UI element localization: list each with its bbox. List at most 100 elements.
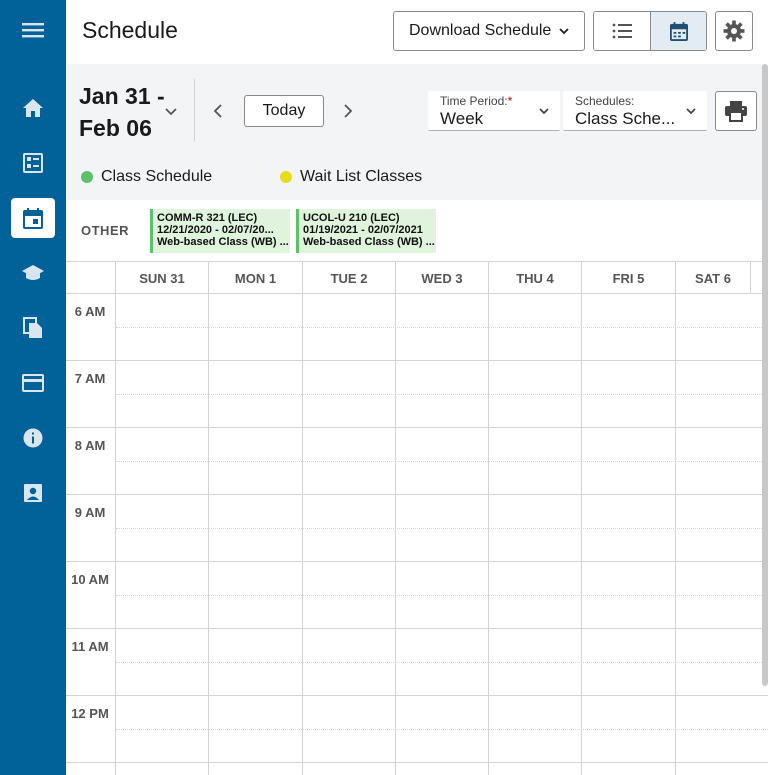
- nav-dashboard[interactable]: [11, 143, 55, 183]
- legend-wait-list: Wait List Classes: [280, 168, 422, 186]
- documents-icon: [23, 317, 42, 338]
- course-code: UCOL-U 210 (LEC): [303, 212, 400, 224]
- grid-line: [488, 294, 489, 775]
- time-period-label: Time Period:*: [440, 94, 513, 108]
- hour-line: [66, 360, 768, 361]
- time-label: 6 AM: [74, 304, 106, 319]
- graduation-cap-icon: [22, 265, 44, 280]
- half-hour-line: [116, 528, 768, 529]
- schedules-select[interactable]: Schedules: Class Sche...: [563, 91, 707, 131]
- menu-icon: [22, 23, 44, 38]
- nav-profile[interactable]: [11, 473, 55, 513]
- half-hour-line: [116, 595, 768, 596]
- nav-billing[interactable]: [11, 363, 55, 403]
- day-header: WED 3: [396, 262, 489, 294]
- time-label: 11 AM: [71, 639, 109, 654]
- day-header: FRI 5: [582, 262, 676, 294]
- home-icon: [23, 99, 43, 117]
- nav-documents[interactable]: [11, 308, 55, 348]
- menu-button[interactable]: [11, 10, 55, 50]
- nav-academics[interactable]: [11, 253, 55, 293]
- day-header-row: SUN 31 MON 1 TUE 2 WED 3 THU 4 FRI 5 SAT…: [66, 262, 768, 294]
- printer-icon: [725, 101, 747, 122]
- half-hour-line: [116, 394, 768, 395]
- profile-icon: [24, 484, 42, 502]
- schedule-toolbar: Jan 31 - Feb 06 Today Time Period:* Week…: [66, 64, 766, 200]
- header: Schedule Download Schedule: [66, 0, 780, 64]
- chevron-right-icon[interactable]: [341, 102, 355, 120]
- chevron-left-icon[interactable]: [211, 102, 225, 120]
- grid-line: [675, 294, 676, 775]
- nav-home[interactable]: [11, 88, 55, 128]
- download-schedule-button[interactable]: Download Schedule: [393, 11, 585, 51]
- download-schedule-label: Download Schedule: [409, 22, 552, 39]
- green-dot-icon: [81, 171, 93, 183]
- time-period-value: Week: [440, 109, 484, 128]
- day-header: MON 1: [209, 262, 303, 294]
- time-period-select[interactable]: Time Period:* Week: [428, 91, 560, 131]
- other-label: OTHER: [81, 223, 129, 238]
- course-card[interactable]: UCOL-U 210 (LEC) 01/19/2021 - 02/07/2021…: [296, 209, 436, 253]
- calendar-view-button[interactable]: [650, 12, 706, 50]
- date-range-start: Jan 31 -: [79, 83, 165, 109]
- grid-line: [115, 262, 116, 775]
- nav-schedule[interactable]: [11, 198, 55, 238]
- time-label: 8 AM: [74, 438, 106, 453]
- time-label: 10 AM: [71, 572, 109, 587]
- settings-button[interactable]: [715, 11, 753, 51]
- legend-class-schedule: Class Schedule: [81, 168, 212, 186]
- chevron-down-icon: [559, 28, 569, 35]
- date-range-end: Feb 06: [79, 115, 152, 141]
- calendar-icon: [23, 207, 43, 229]
- half-hour-line: [116, 662, 768, 663]
- view-toggle: [593, 11, 707, 51]
- list-icon: [612, 23, 632, 39]
- course-dates: 12/21/2020 - 02/07/20...: [157, 224, 274, 236]
- dashboard-icon: [23, 153, 43, 173]
- credit-card-icon: [22, 374, 44, 392]
- hour-line: [66, 762, 768, 763]
- chevron-down-icon[interactable]: [164, 104, 178, 118]
- today-button[interactable]: Today: [244, 95, 324, 127]
- hour-line: [66, 427, 768, 428]
- course-dates: 01/19/2021 - 02/07/2021: [303, 224, 423, 236]
- day-header: SUN 31: [116, 262, 209, 294]
- chevron-down-icon: [539, 108, 549, 115]
- half-hour-line: [116, 729, 768, 730]
- page-scrollbar[interactable]: [762, 64, 768, 686]
- divider: [194, 79, 195, 141]
- course-card[interactable]: COMM-R 321 (LEC) 12/21/2020 - 02/07/20..…: [150, 209, 290, 253]
- time-label: 7 AM: [74, 371, 106, 386]
- course-mode: Web-based Class (WB) ...: [157, 236, 289, 248]
- half-hour-line: [116, 461, 768, 462]
- grid-line: [208, 294, 209, 775]
- grid-line: [581, 294, 582, 775]
- sidebar: [0, 0, 66, 775]
- date-range-title: Jan 31 - Feb 06: [79, 80, 169, 144]
- list-view-button[interactable]: [594, 12, 650, 50]
- hour-line: [66, 494, 768, 495]
- yellow-dot-icon: [280, 171, 292, 183]
- header-corner: [66, 262, 116, 294]
- time-label: 9 AM: [74, 505, 106, 520]
- day-header: THU 4: [489, 262, 582, 294]
- grid-line: [395, 294, 396, 775]
- course-mode: Web-based Class (WB) ...: [303, 236, 435, 248]
- calendar-icon: [669, 21, 688, 41]
- hour-line: [66, 561, 768, 562]
- legend-label: Wait List Classes: [300, 168, 423, 185]
- page-title: Schedule: [82, 17, 178, 43]
- hour-line: [66, 695, 768, 696]
- print-button[interactable]: [715, 91, 757, 131]
- course-code: COMM-R 321 (LEC): [157, 212, 258, 224]
- legend-label: Class Schedule: [101, 168, 213, 185]
- week-calendar-grid: SUN 31 MON 1 TUE 2 WED 3 THU 4 FRI 5 SAT…: [66, 262, 768, 775]
- schedules-value: Class Sche...: [575, 109, 676, 128]
- grid-line: [302, 294, 303, 775]
- time-label: 12 PM: [71, 706, 109, 721]
- nav-info[interactable]: [11, 418, 55, 458]
- chevron-down-icon: [686, 108, 696, 115]
- hour-line: [66, 628, 768, 629]
- half-hour-line: [116, 327, 768, 328]
- day-header: TUE 2: [303, 262, 396, 294]
